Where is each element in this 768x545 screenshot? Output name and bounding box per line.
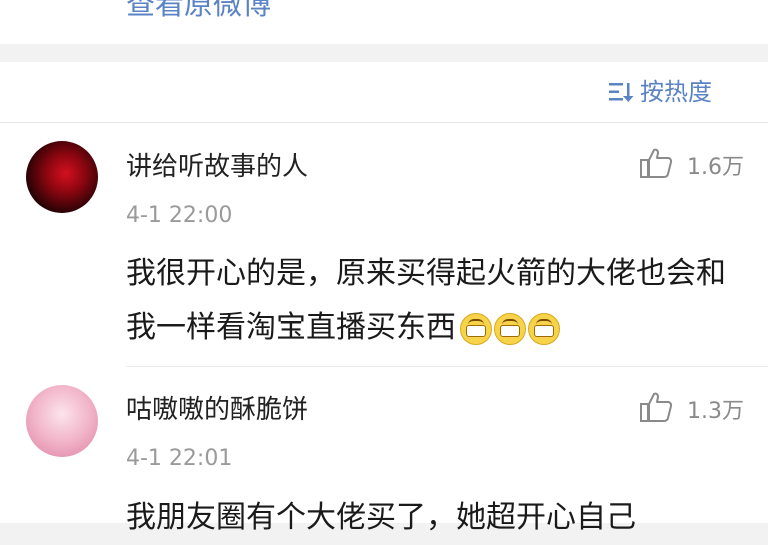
sort-bar: 按热度 (0, 62, 768, 122)
original-post-card: 查看原微博 (0, 0, 768, 44)
like-button[interactable]: 1.6万 (639, 147, 744, 183)
sort-label: 按热度 (640, 78, 712, 106)
grinning-emoji-icon (460, 312, 492, 345)
comment-text: 我很开心的是，原来买得起火箭的大佬也会和我一样看淘宝直播买东西 (126, 247, 746, 355)
comment-username[interactable]: 讲给听故事的人 (126, 150, 308, 184)
view-original-weibo-link[interactable]: 查看原微博 (126, 0, 271, 24)
comment-time: 4-1 22:01 (126, 446, 233, 471)
comment-text-body: 我朋友圈有个大佬买了，她超开心自己 (126, 500, 636, 535)
sort-by-hotness-button[interactable]: 按热度 (608, 74, 712, 110)
grinning-emoji-icon (528, 312, 560, 345)
avatar[interactable] (26, 141, 98, 213)
comment-username[interactable]: 咕嗷嗷的酥脆饼 (126, 393, 308, 427)
sort-icon (608, 81, 634, 103)
comment-time: 4-1 22:00 (126, 203, 233, 228)
comment-text-body: 我很开心的是，原来买得起火箭的大佬也会和我一样看淘宝直播买东西 (126, 256, 726, 345)
thumbs-up-icon (639, 391, 673, 427)
comment-text: 我朋友圈有个大佬买了，她超开心自己 (126, 491, 746, 545)
comment-separator (126, 366, 768, 367)
thumbs-up-icon (639, 147, 673, 183)
grinning-emoji-icon (494, 312, 526, 345)
comment-list: 讲给听故事的人 1.6万 4-1 22:00 我很开心的是，原来买得起火箭的大佬… (0, 123, 768, 535)
like-count: 1.3万 (687, 399, 744, 424)
avatar[interactable] (26, 385, 98, 457)
emoji-group (460, 312, 560, 345)
like-button[interactable]: 1.3万 (639, 391, 744, 427)
like-count: 1.6万 (687, 155, 744, 180)
